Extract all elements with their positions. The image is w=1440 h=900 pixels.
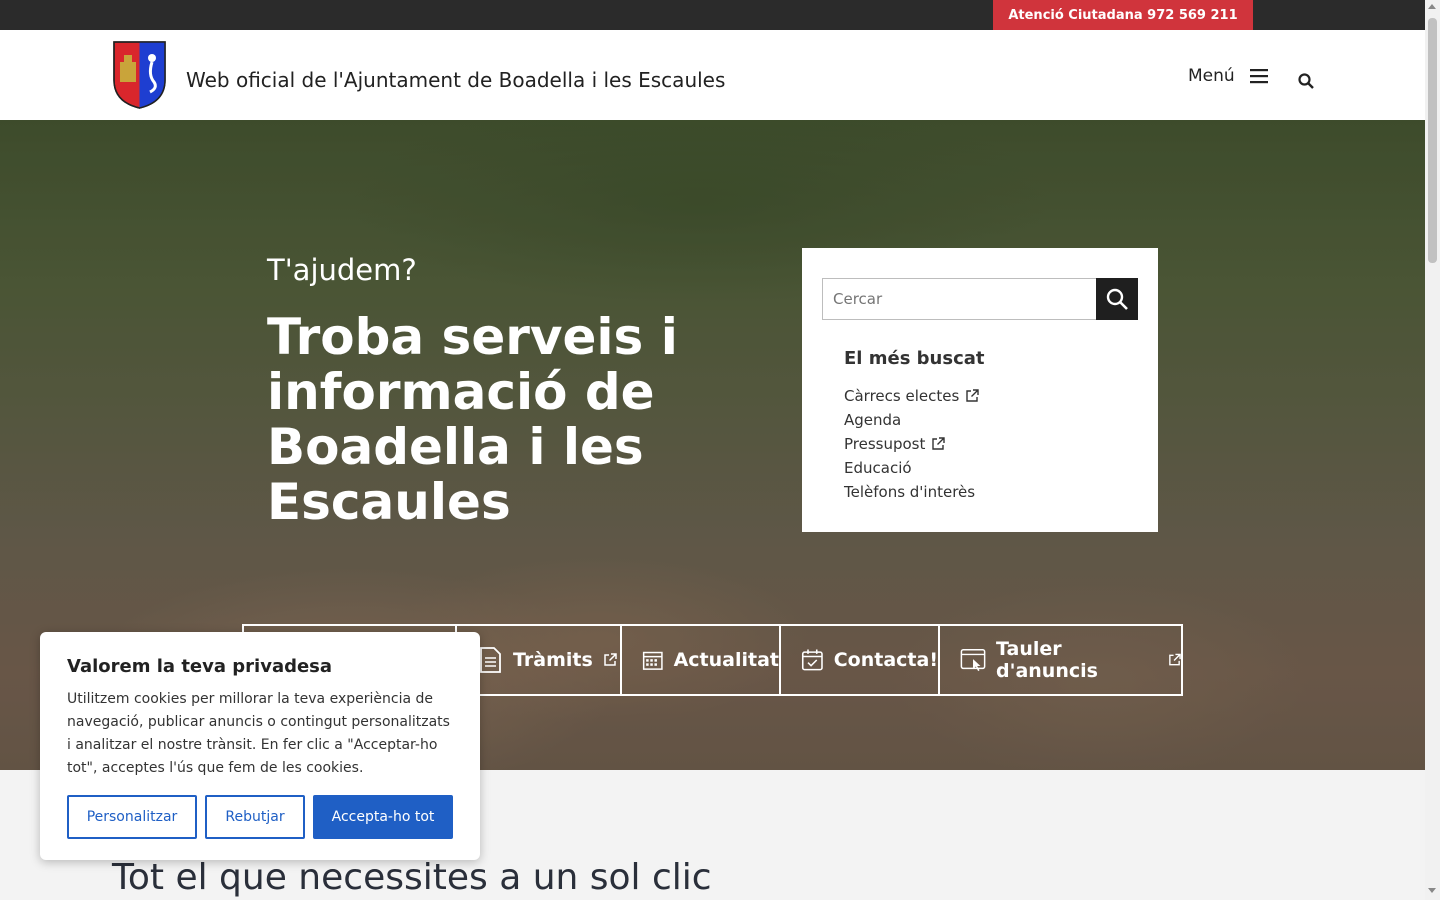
hamburger-icon: [1249, 69, 1268, 84]
external-link-icon: [604, 653, 617, 666]
site-title[interactable]: Web oficial de l'Ajuntament de Boadella …: [186, 68, 725, 92]
popular-item-label: Agenda: [844, 411, 902, 429]
search-button[interactable]: [1096, 278, 1138, 320]
popular-item-label: Càrrecs electes: [844, 387, 960, 405]
web-board-icon: [960, 649, 986, 672]
search-card: El més buscat Càrrecs electes Agenda Pre…: [802, 248, 1158, 532]
cookie-title: Valorem la teva privadesa: [67, 656, 333, 677]
scroll-down-icon[interactable]: [1428, 888, 1436, 893]
quick-link-tauler[interactable]: Tauler d'anuncis: [938, 626, 1181, 694]
popular-title: El més buscat: [844, 348, 985, 369]
external-link-icon: [932, 437, 946, 450]
popular-item[interactable]: Agenda: [844, 408, 979, 432]
quick-link-label: Tràmits: [513, 649, 593, 671]
calendar-check-icon: [801, 649, 823, 671]
top-bar: Atenció Ciutadana 972 569 211: [0, 0, 1425, 30]
scroll-up-icon[interactable]: [1428, 4, 1436, 9]
menu-button[interactable]: Menú: [1188, 66, 1269, 86]
search-icon: [1106, 288, 1128, 310]
quick-link-contacta[interactable]: Contacta!: [779, 626, 938, 694]
accept-all-button[interactable]: Accepta-ho tot: [313, 795, 453, 839]
scroll-thumb[interactable]: [1428, 18, 1437, 263]
popular-item[interactable]: Pressupost: [844, 432, 979, 456]
cookie-banner: Valorem la teva privadesa Utilitzem cook…: [40, 632, 480, 860]
popular-item[interactable]: Educació: [844, 456, 979, 480]
quick-link-actualitat[interactable]: Actualitat: [620, 626, 779, 694]
popular-item-label: Telèfons d'interès: [844, 483, 976, 501]
site-header: Web oficial de l'Ajuntament de Boadella …: [0, 30, 1425, 120]
quick-link-label: Tauler d'anuncis: [996, 638, 1098, 682]
customize-button[interactable]: Personalitzar: [67, 795, 197, 839]
external-link-icon: [966, 389, 979, 402]
citizen-service-phone[interactable]: Atenció Ciutadana 972 569 211: [993, 0, 1253, 30]
popular-list: Càrrecs electes Agenda Pressupost Educac…: [844, 384, 979, 504]
external-link-icon: [1169, 653, 1181, 666]
search-input[interactable]: [822, 278, 1096, 320]
popular-item-label: Educació: [844, 459, 912, 477]
menu-label: Menú: [1188, 66, 1235, 86]
popular-item-label: Pressupost: [844, 435, 926, 453]
search-icon[interactable]: [1297, 72, 1315, 90]
quick-link-label: Contacta!: [833, 649, 938, 671]
coat-of-arms-icon[interactable]: [112, 40, 167, 110]
document-icon: [480, 647, 501, 673]
section-title: Tot el que necessites a un sol clic: [112, 857, 712, 898]
reject-button[interactable]: Rebutjar: [205, 795, 305, 839]
quick-link-label: Actualitat: [673, 649, 779, 671]
hero-subtitle: T'ajudem?: [267, 253, 417, 287]
calendar-icon: [642, 651, 663, 670]
popular-item[interactable]: Càrrecs electes: [844, 384, 979, 408]
cookie-text: Utilitzem cookies per millorar la teva e…: [67, 691, 450, 776]
page-scrollbar[interactable]: [1425, 0, 1440, 900]
hero-title: Troba serveis i informació de Boadella i…: [267, 308, 678, 531]
popular-item[interactable]: Telèfons d'interès: [844, 480, 979, 504]
